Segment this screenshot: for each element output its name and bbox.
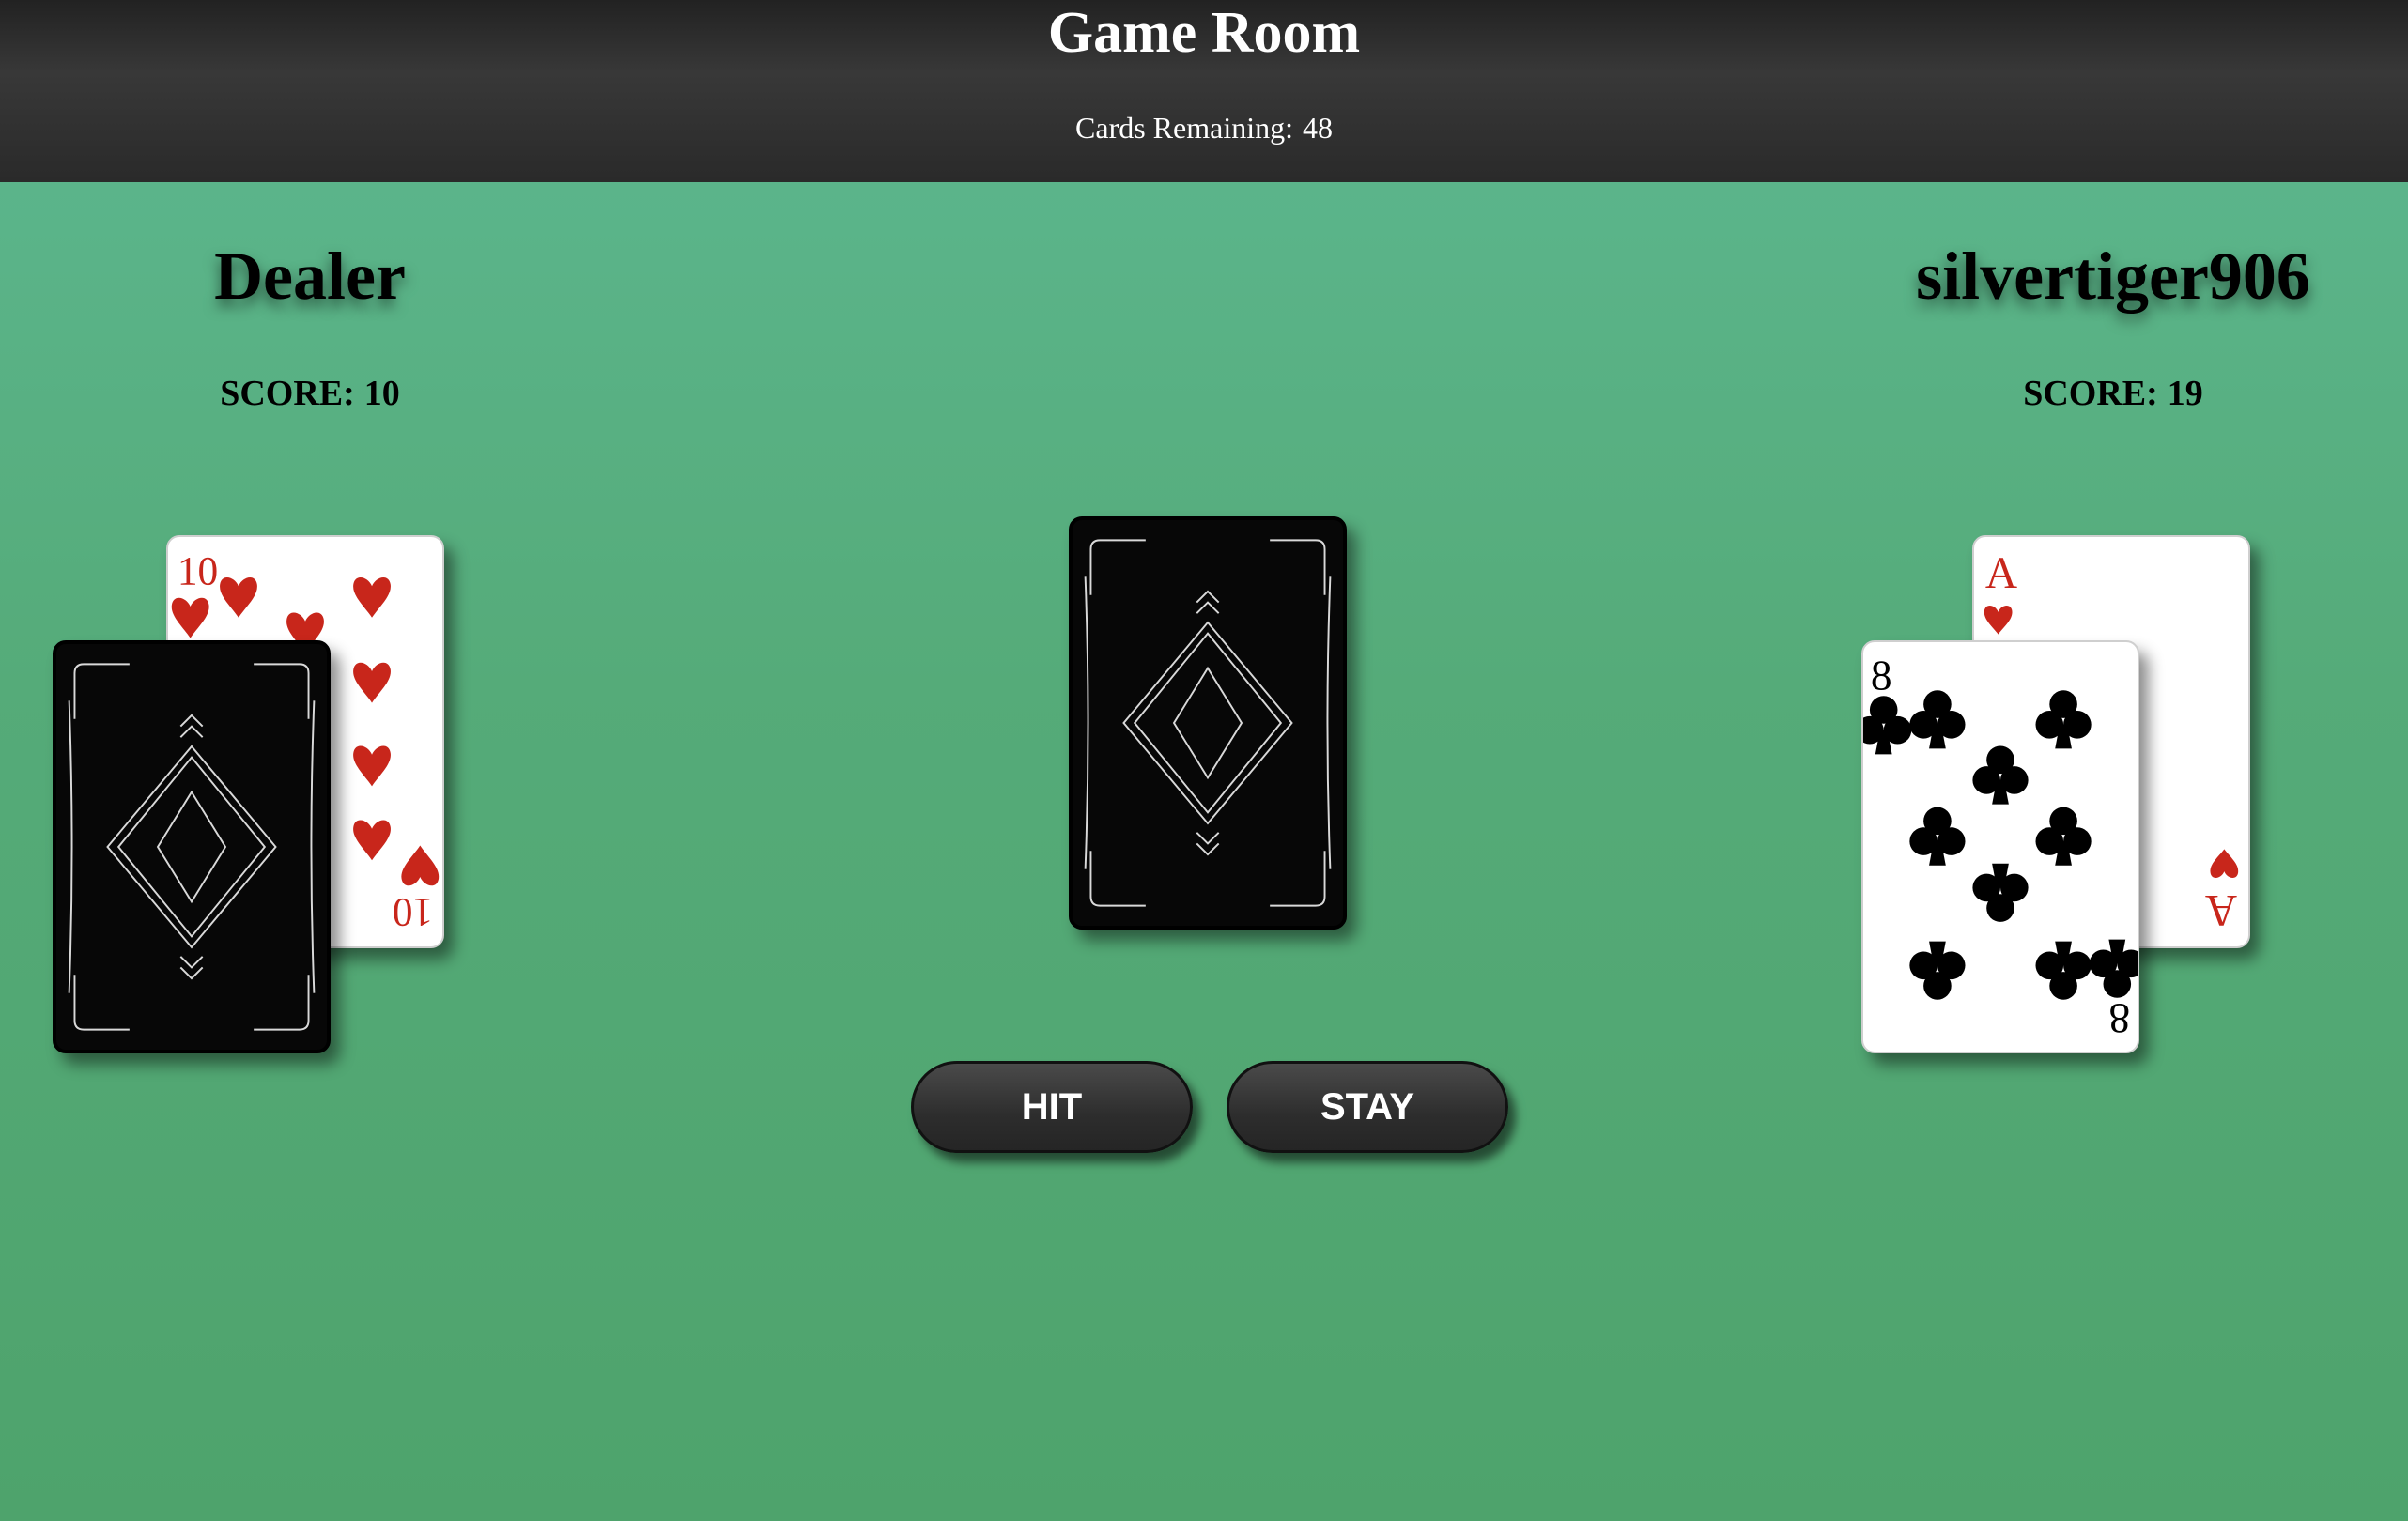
cards-remaining-label: Cards Remaining: — [1075, 111, 1293, 145]
player-score: SCORE: 19 — [1925, 372, 2301, 415]
cards-remaining: Cards Remaining: 48 — [0, 109, 2408, 146]
cards-remaining-count: 48 — [1302, 111, 1333, 145]
svg-text:8: 8 — [1871, 652, 1892, 699]
player-score-label: SCORE: — [2023, 374, 2158, 413]
dealer-name: Dealer — [214, 238, 406, 314]
header-bar: Game Room Cards Remaining: 48 — [0, 0, 2408, 182]
card-back-pattern — [1084, 539, 1332, 907]
deck-card-face-down[interactable] — [1069, 516, 1347, 930]
svg-text:A: A — [2205, 885, 2237, 934]
stay-button[interactable]: STAY — [1227, 1061, 1508, 1153]
dealer-card-face-down — [53, 640, 331, 1053]
svg-text:10: 10 — [393, 890, 433, 935]
player-score-value: 19 — [2167, 374, 2203, 413]
player-name: silvertiger906 — [1916, 238, 2310, 314]
svg-text:8: 8 — [2108, 995, 2130, 1042]
page-title: Game Room — [1047, 1, 1361, 65]
svg-text:A: A — [1985, 549, 2017, 598]
player-card-eight-of-clubs: 8 8 — [1861, 640, 2139, 1053]
hit-button[interactable]: HIT — [911, 1061, 1193, 1153]
dealer-score-value: 10 — [363, 374, 400, 413]
card-back-pattern — [68, 663, 316, 1031]
corner-rank: 10 — [178, 548, 218, 593]
dealer-score-label: SCORE: — [220, 374, 355, 413]
eight-of-clubs-face: 8 8 — [1863, 652, 2138, 1042]
dealer-score: SCORE: 10 — [122, 372, 498, 415]
